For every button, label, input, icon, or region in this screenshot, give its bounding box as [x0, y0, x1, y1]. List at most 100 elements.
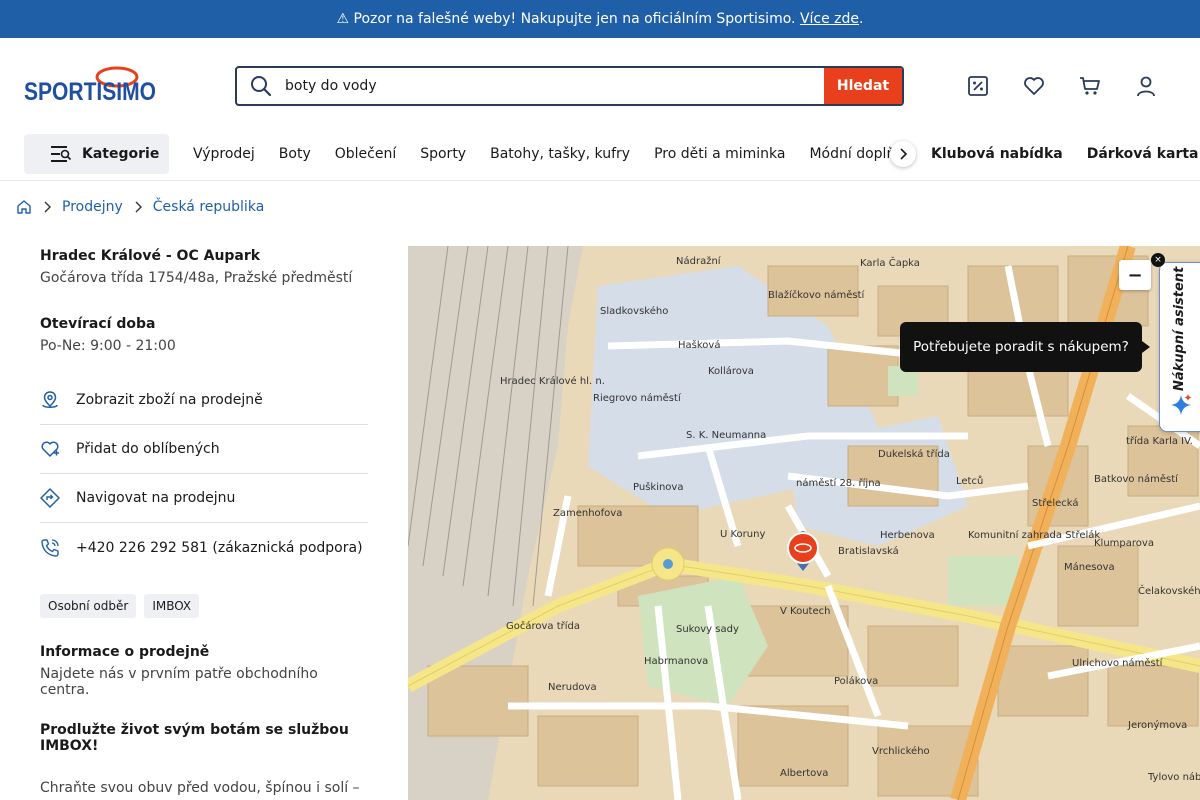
map-label: Sladkovského [600, 306, 669, 317]
map-label: Albertova [780, 768, 829, 779]
assistant-label: Nákupní asistent [1172, 266, 1187, 391]
nav-item-darkova-karta[interactable]: Dárková karta [1087, 146, 1199, 162]
phone-label: +420 226 292 581 (zákaznická podpora) [76, 539, 363, 556]
nav-item-obleceni[interactable]: Oblečení [335, 146, 396, 162]
nav-item-vyprodej[interactable]: Výprodej [193, 146, 255, 162]
map-label: Polákova [834, 676, 879, 687]
search-button[interactable]: Hledat [824, 68, 902, 104]
breadcrumb: Prodejny Česká republika [16, 196, 264, 218]
map-label: Gočárova třída [506, 621, 581, 632]
map-label: U Koruny [720, 529, 766, 540]
nav-item-boty[interactable]: Boty [279, 146, 311, 162]
nav-item-batohy[interactable]: Batohy, tašky, kufry [490, 146, 630, 162]
zoom-out-button[interactable]: − [1119, 260, 1151, 290]
map-label: Mánesova [1064, 562, 1115, 573]
store-name: Hradec Králové - OC Aupark [40, 248, 261, 264]
map-label: V Koutech [780, 606, 831, 617]
logo-text: SPORTISIMO [24, 78, 156, 102]
banner-text: ⚠ Pozor na falešné weby! Nakupujte jen n… [336, 11, 796, 27]
main-nav: Kategorie Výprodej Boty Oblečení Sporty … [0, 134, 1200, 174]
map-label: Čelakovského [1138, 586, 1200, 597]
home-icon[interactable] [16, 199, 32, 215]
map-label: Hašková [678, 340, 721, 351]
map-label: Tylovo nábř. [1148, 772, 1200, 783]
heart-plus-icon [41, 441, 59, 457]
map-label: Komunitní zahrada Střelák [968, 530, 1101, 541]
chevron-right-icon [900, 148, 908, 160]
nav-item-sporty[interactable]: Sporty [420, 146, 466, 162]
breadcrumb-prodejny[interactable]: Prodejny [62, 199, 123, 215]
navigate-action[interactable]: Navigovat na prodejnu [40, 474, 368, 523]
info-title: Informace o prodejně [40, 644, 210, 660]
map-label: Letců [956, 476, 984, 487]
user-icon[interactable] [1134, 74, 1158, 98]
category-button[interactable]: Kategorie [24, 134, 169, 174]
map-label: Hradec Králové hl. n. [500, 376, 605, 387]
navigate-label: Navigovat na prodejnu [76, 490, 236, 506]
header: SPORTISIMO Hledat [0, 38, 1200, 134]
opening-hours: Po-Ne: 9:00 - 21:00 [40, 338, 176, 354]
map-label: Nádražní [676, 256, 721, 267]
info-text: Najdete nás v prvním patře obchodního ce… [40, 666, 318, 698]
phone-icon [41, 538, 59, 557]
service-tags: Osobní odběr IMBOX [40, 594, 368, 618]
map-label: Riegrovo náměstí [593, 393, 681, 404]
discount-icon[interactable] [966, 74, 990, 98]
chevron-right-icon [135, 201, 142, 213]
tag-osobni-odber: Osobní odběr [40, 594, 137, 618]
assistant-tooltip[interactable]: Potřebujete poradit s nákupem? [900, 322, 1150, 372]
map-label: Sukovy sady [676, 624, 739, 635]
banner-period: . [859, 11, 864, 27]
map-label: Karla Čapka [860, 258, 920, 269]
category-label: Kategorie [82, 146, 160, 162]
map-label: Puškinova [633, 482, 684, 493]
search-bar: Hledat [235, 66, 904, 106]
map-label: Jeronýmova [1128, 720, 1188, 731]
store-actions: Zobrazit zboží na prodejně Přidat do obl… [40, 376, 368, 572]
map-label: náměstí 28. října [796, 478, 881, 489]
add-favorite-action[interactable]: Přidat do oblíbených [40, 425, 368, 474]
map-label: Bratislavská [838, 546, 899, 557]
hours-title: Otevírací doba [40, 316, 156, 332]
map-label: Batkovo náměstí [1094, 474, 1178, 485]
nav-item-klub[interactable]: Klubová nabídka [931, 146, 1063, 162]
banner-link[interactable]: Více zde [800, 11, 859, 27]
cart-icon[interactable] [1078, 74, 1102, 98]
add-favorite-label: Přidat do oblíbených [76, 441, 220, 457]
map-label: Klumparova [1094, 538, 1154, 549]
search-input[interactable] [285, 68, 824, 104]
menu-icon [51, 146, 72, 162]
sparkle-icon [1171, 394, 1192, 415]
breadcrumb-ceska-republika[interactable]: Česká republika [153, 199, 265, 215]
map-label: S. K. Neumanna [686, 430, 767, 441]
shopping-assistant-tab[interactable]: Nákupní asistent [1159, 262, 1200, 432]
tag-imbox: IMBOX [144, 594, 200, 618]
map-label: Vrchlického [872, 746, 930, 757]
imbox-title: Prodlužte život svým botám se službou IM… [40, 722, 349, 754]
nav-scroll-right-button[interactable] [890, 141, 916, 167]
warning-banner: ⚠ Pozor na falešné weby! Nakupujte jen n… [0, 0, 1200, 38]
imbox-text: Chraňte svou obuv před vodou, špínou i s… [40, 780, 360, 796]
location-pin-icon [42, 391, 58, 408]
search-icon[interactable] [237, 68, 285, 104]
store-details: Hradec Králové - OC Aupark Gočárova tříd… [40, 248, 368, 800]
directions-icon [40, 488, 60, 508]
chevron-right-icon [44, 201, 51, 213]
map-label: třída Karla IV. [1126, 436, 1193, 447]
nav-divider [0, 180, 1200, 181]
map-label: Herbenova [880, 530, 935, 541]
map-label: Blažíčkovo náměstí [768, 290, 865, 301]
heart-icon[interactable] [1022, 74, 1046, 98]
map-label: Ulrichovo náměstí [1072, 658, 1163, 669]
map-label: Nerudova [548, 682, 597, 693]
map-label: Kollárova [708, 366, 754, 377]
show-products-action[interactable]: Zobrazit zboží na prodejně [40, 376, 368, 425]
map-label: Střelecká [1032, 498, 1079, 509]
store-address: Gočárova třída 1754/48a, Pražské předměs… [40, 270, 353, 286]
map-label: Dukelská třída [878, 449, 950, 460]
phone-action[interactable]: +420 226 292 581 (zákaznická podpora) [40, 523, 368, 572]
nav-item-deti[interactable]: Pro děti a miminka [654, 146, 785, 162]
show-products-label: Zobrazit zboží na prodejně [76, 392, 263, 408]
sportisimo-logo[interactable]: SPORTISIMO [24, 66, 156, 106]
assistant-close-button[interactable]: × [1151, 253, 1165, 267]
